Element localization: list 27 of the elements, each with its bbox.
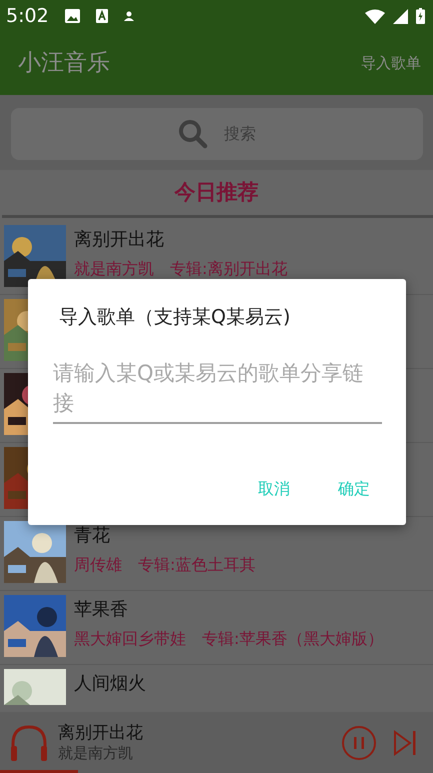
song-title: 苹果香: [74, 599, 128, 621]
song-title: 人间烟火: [74, 673, 146, 695]
song-title: 青花: [74, 525, 110, 547]
confirm-button[interactable]: 确定: [326, 469, 382, 509]
section-title: 今日推荐: [174, 178, 258, 206]
song-album: 专辑:蓝色土耳其: [138, 554, 256, 574]
song-title: 离别开出花: [74, 229, 164, 251]
search-icon: [178, 119, 208, 149]
text-icon: [96, 9, 108, 23]
skip-next-icon[interactable]: [393, 730, 417, 756]
app-title: 小汪音乐: [18, 49, 110, 78]
song-artist: 周传雄: [74, 554, 122, 574]
song-album: 专辑:离别开出花: [170, 258, 288, 278]
now-playing-title: 离别开出花: [58, 723, 143, 744]
person-icon: [124, 11, 134, 21]
song-album: 专辑:苹果香（黑大婶版）: [202, 628, 384, 648]
song-artist: 就是南方凯: [74, 258, 154, 278]
pause-icon[interactable]: [341, 724, 377, 760]
clock-time: 5:02: [6, 4, 49, 29]
battery-icon: [416, 8, 425, 24]
signal-icon: [393, 8, 408, 24]
import-playlist-link[interactable]: 导入歌单: [361, 52, 421, 75]
image-icon: [64, 9, 80, 23]
dialog-title: 导入歌单（支持某Q某易云): [59, 305, 290, 330]
cancel-button[interactable]: 取消: [246, 469, 302, 509]
wifi-icon: [365, 8, 385, 24]
song-artist: 黑大婶回乡带娃: [74, 628, 186, 648]
